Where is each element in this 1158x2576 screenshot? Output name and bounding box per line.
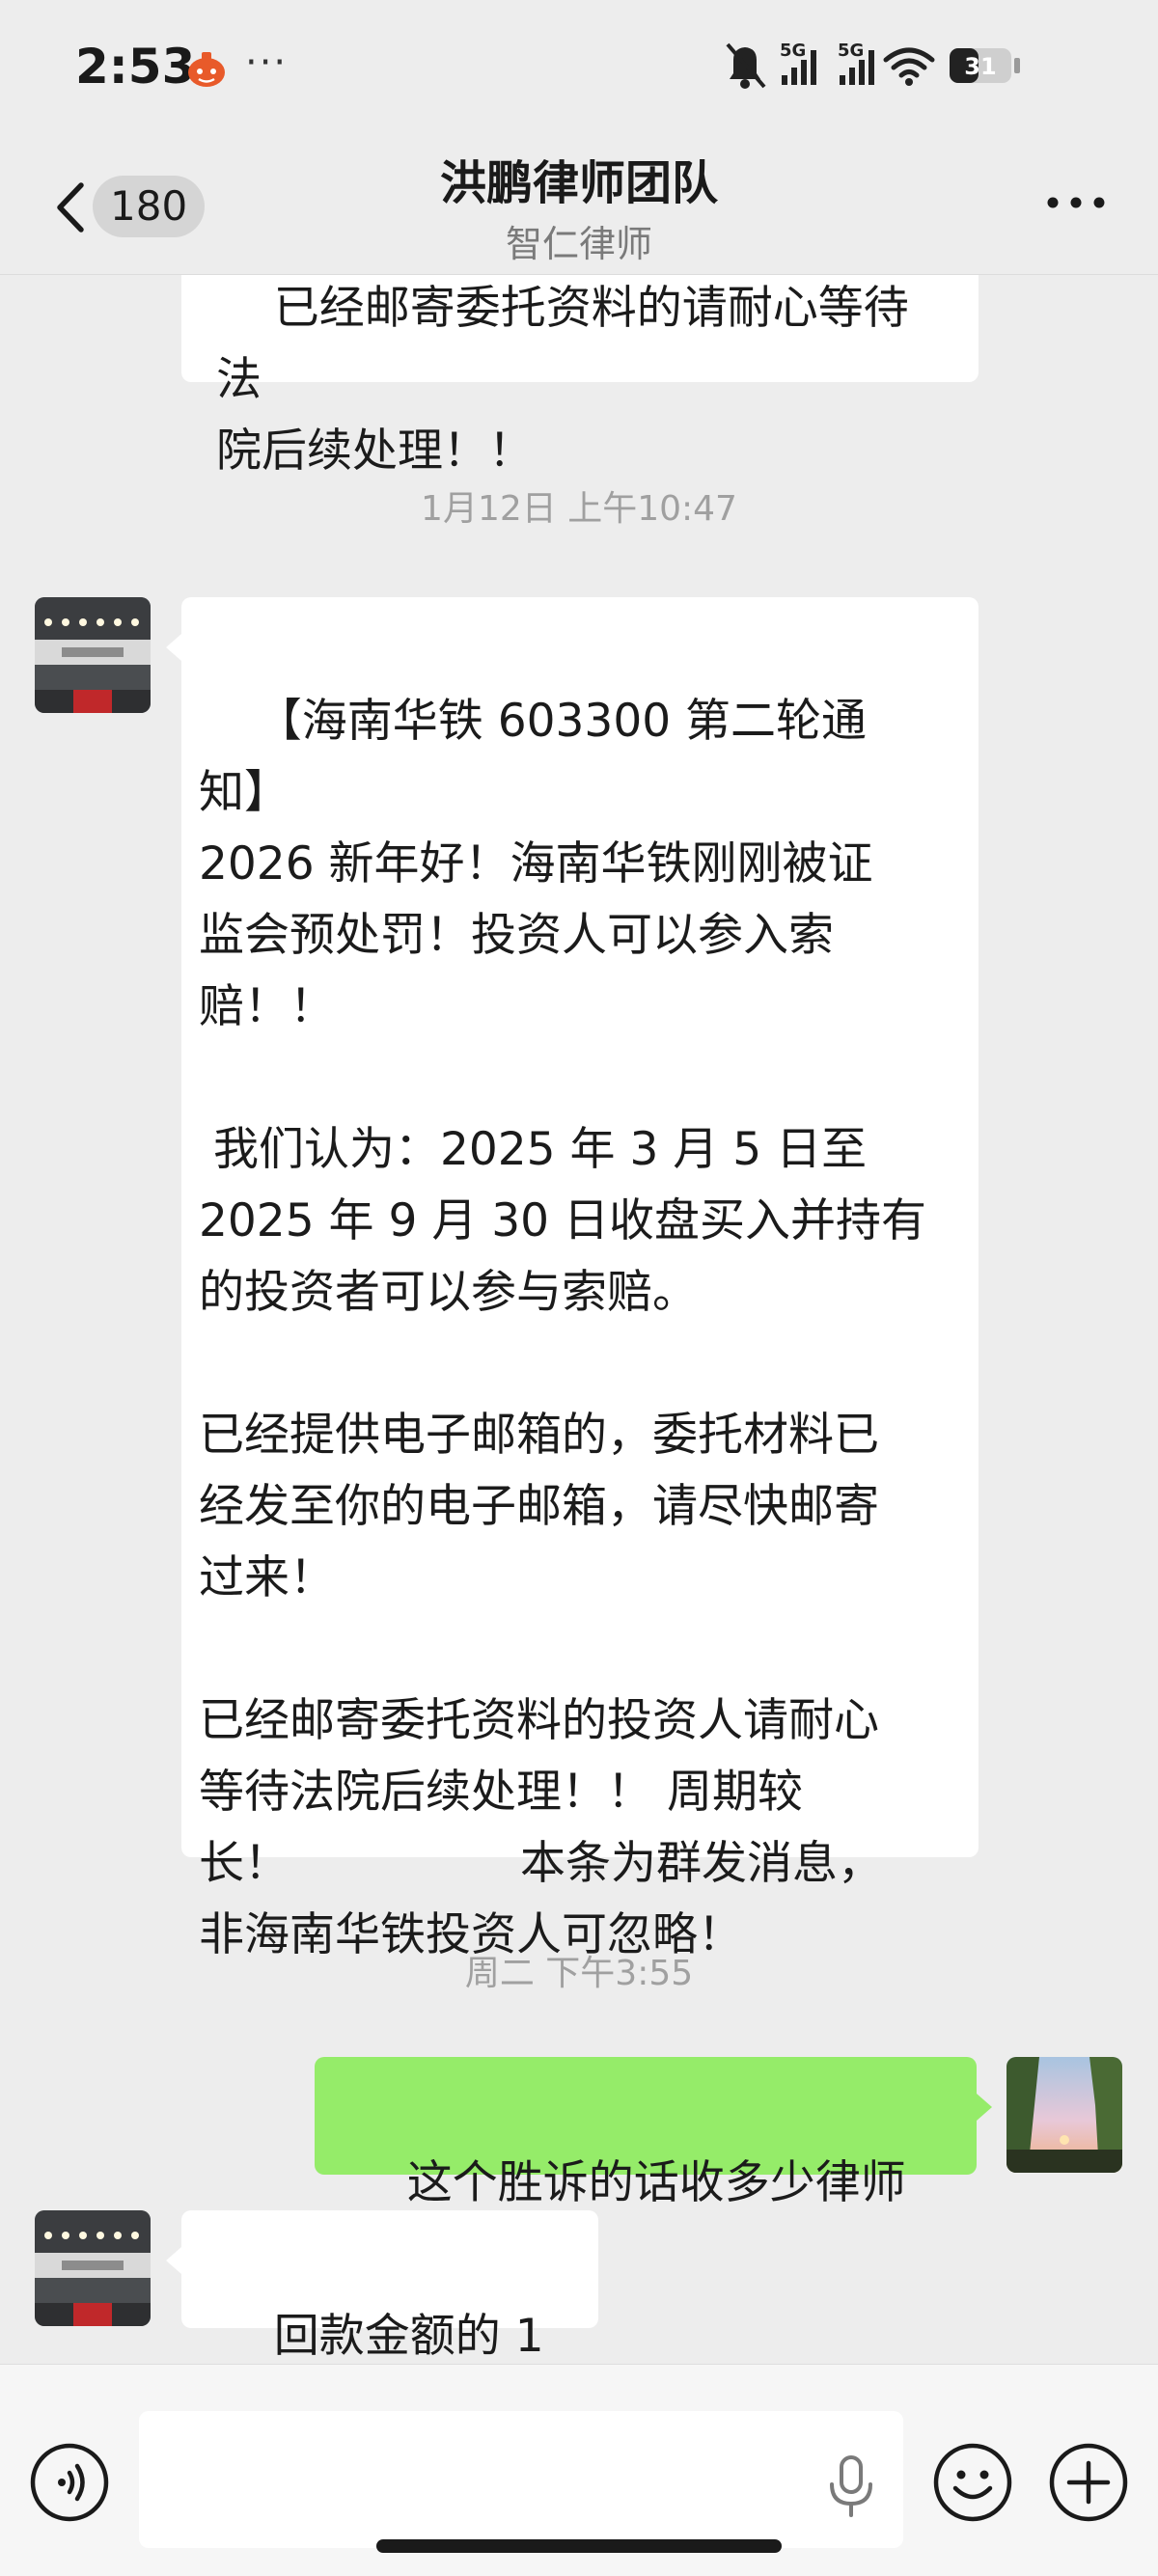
chat-subtitle: 智仁律师 — [505, 223, 652, 265]
avatar-image — [1006, 2057, 1122, 2173]
message-bubble-notice[interactable]: 【海南华铁 603300 第二轮通知】 2026 新年好！海南华铁刚刚被证 监会… — [166, 597, 979, 1961]
status-time: 2:53 — [75, 39, 196, 95]
microphone-icon[interactable] — [822, 2452, 880, 2521]
message-timestamp: 周二 下午3:55 — [464, 1954, 694, 1993]
lawyer-avatar[interactable] — [35, 2210, 151, 2326]
wifi-icon — [883, 47, 935, 78]
message-list[interactable]: 已经邮寄委托资料的请耐心等待法 院后续处理！！ 1月12日 上午10:47 【海… — [0, 275, 1158, 2364]
message-bubble-reply[interactable]: 回款金额的 18% — [166, 2210, 598, 2363]
message-bubble-mine[interactable]: 这个胜诉的话收多少律师费 — [315, 2057, 992, 2281]
battery-icon: 31 — [950, 48, 1020, 83]
app-notification-icon — [188, 52, 225, 87]
network-type-1: 5G — [780, 41, 806, 61]
message-input[interactable] — [139, 2411, 903, 2548]
chat-title: 洪鹏律师团队 — [439, 156, 718, 210]
message-text: 【海南华铁 603300 第二轮通知】 2026 新年好！海南华铁刚刚被证 监会… — [199, 695, 927, 1961]
message-text: 已经邮寄委托资料的请耐心等待法 院后续处理！！ — [216, 282, 909, 478]
voice-mode-icon[interactable] — [29, 2442, 110, 2523]
message-text: 回款金额的 18% — [273, 2310, 544, 2363]
status-icons: 5G 5G 31 — [726, 41, 1020, 89]
avatar-image — [35, 2210, 151, 2326]
status-bar: 2:53 ··· 5G 5G 31 — [0, 0, 1158, 135]
more-options-icon[interactable] — [1042, 183, 1110, 222]
home-indicator[interactable] — [376, 2539, 782, 2553]
message-timestamp: 1月12日 上午10:47 — [421, 489, 737, 529]
message-bubble-partial[interactable]: 已经邮寄委托资料的请耐心等待法 院后续处理！！ — [181, 275, 979, 478]
network-type-2: 5G — [838, 41, 864, 61]
muted-bell-icon — [726, 42, 766, 89]
my-avatar[interactable] — [1006, 2057, 1122, 2173]
battery-level: 31 — [964, 53, 996, 80]
emoji-icon[interactable] — [932, 2442, 1013, 2523]
chat-header: 180 洪鹏律师团队 智仁律师 — [0, 135, 1158, 275]
plus-icon[interactable] — [1048, 2442, 1129, 2523]
status-more-dots: ··· — [245, 41, 289, 85]
lawyer-avatar[interactable] — [35, 597, 151, 713]
avatar-image — [35, 597, 151, 713]
